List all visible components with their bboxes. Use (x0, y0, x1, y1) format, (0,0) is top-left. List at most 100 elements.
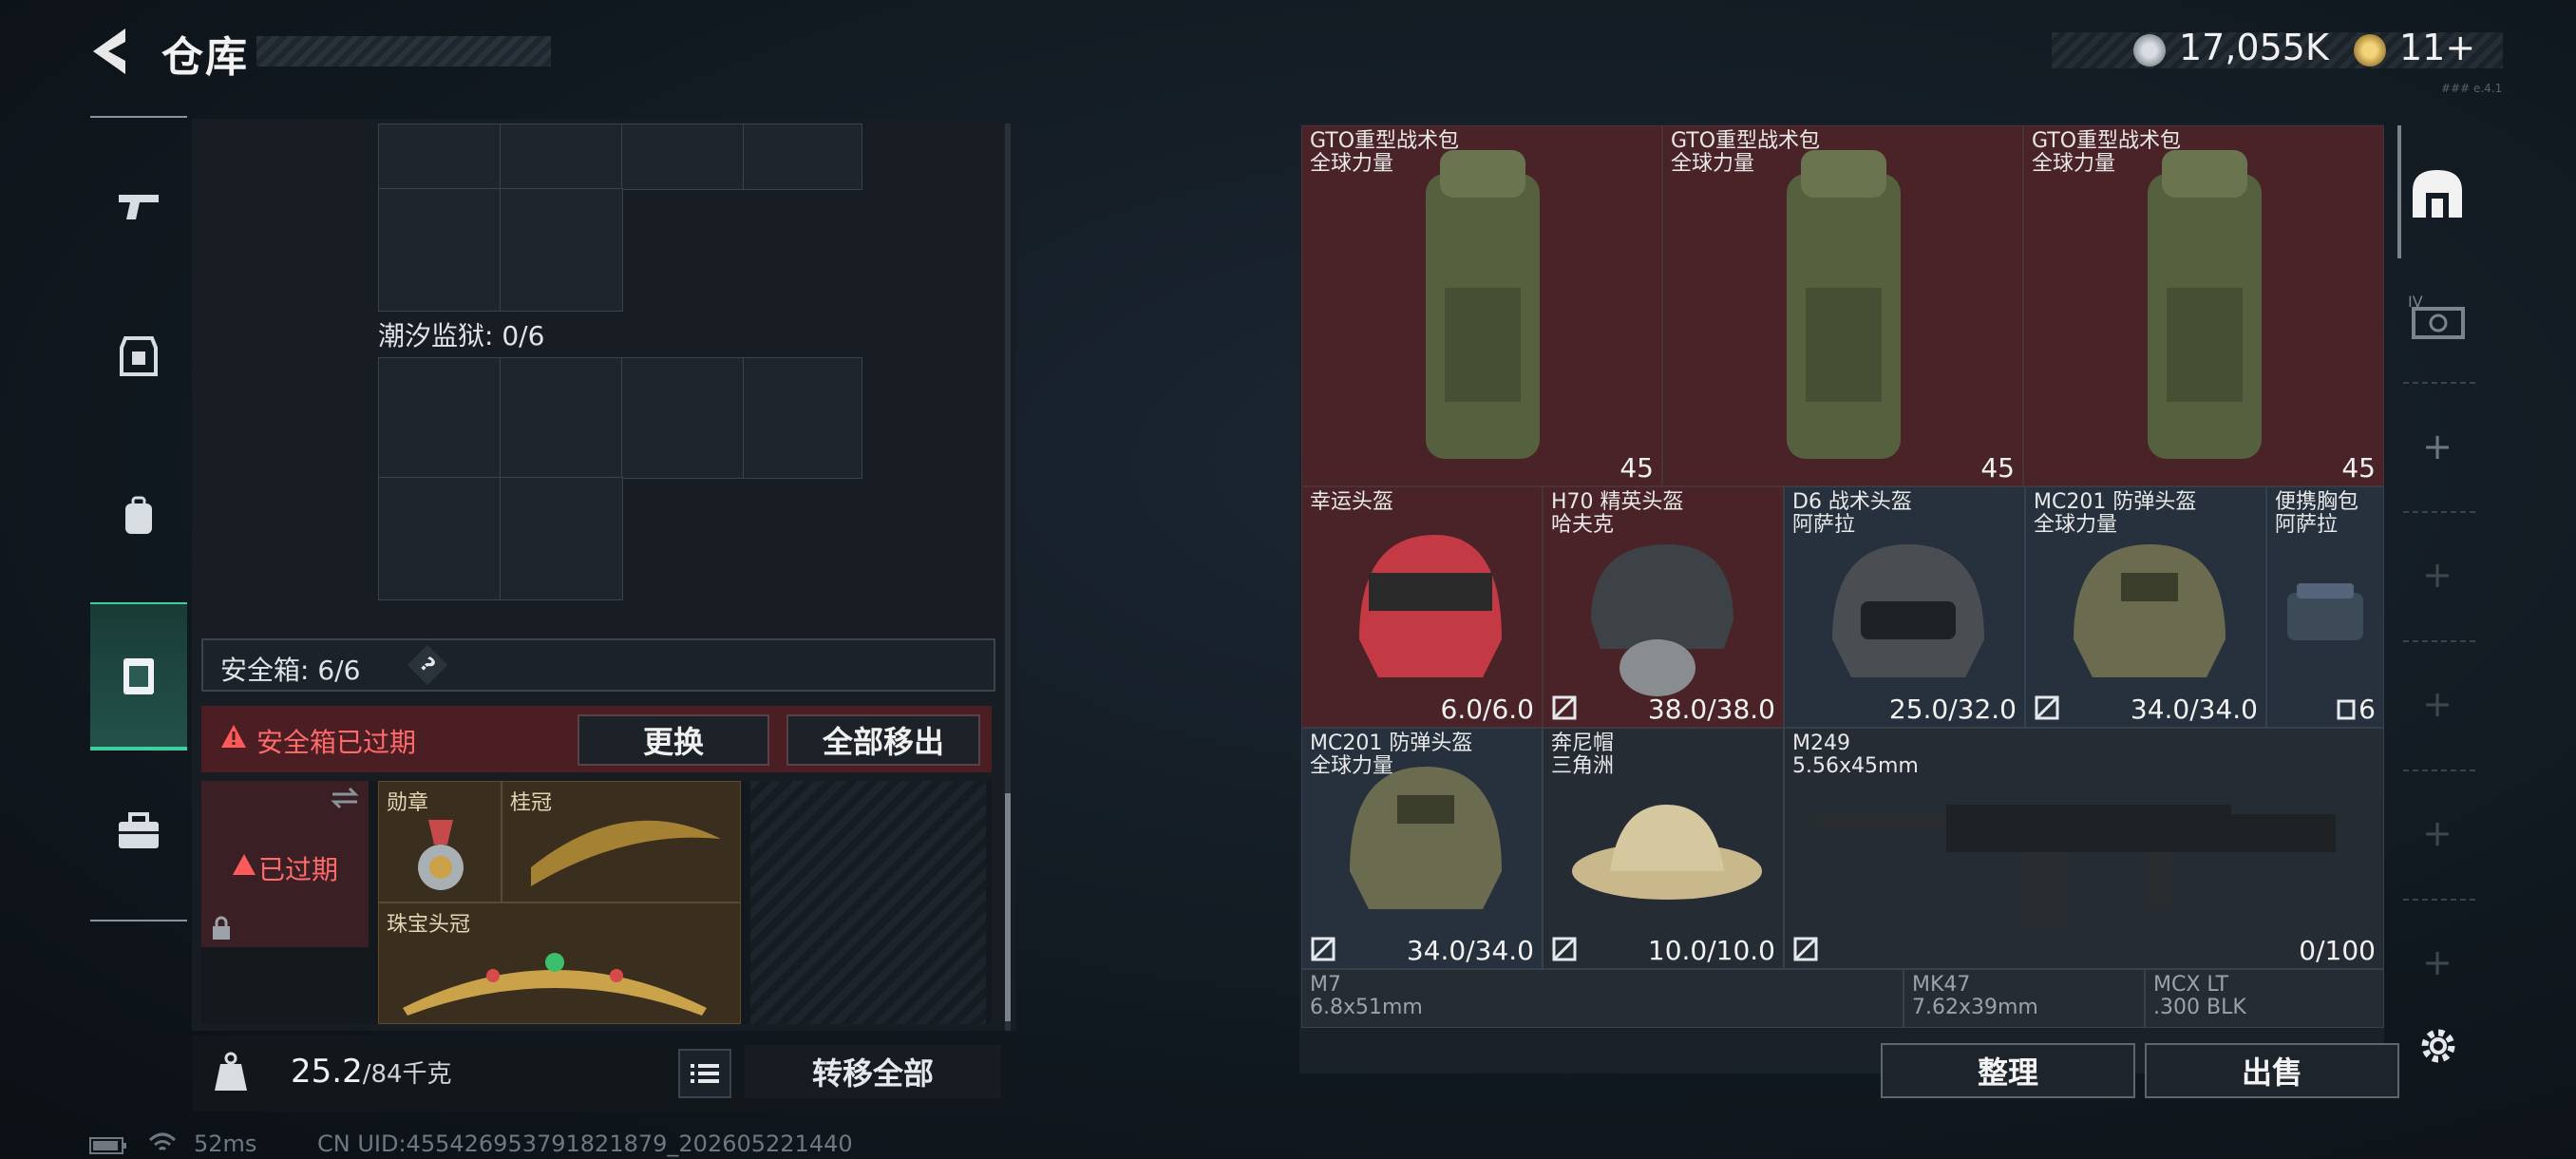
helmet-icon (1832, 544, 1984, 677)
item-slot[interactable]: M7 6.8x51mm (1301, 969, 1904, 1028)
helmet-icon (2074, 544, 2226, 677)
plus-icon: + (2422, 812, 2453, 854)
version-tag: ### e.4.1 (2441, 82, 2503, 95)
backpack-icon (1787, 150, 1901, 459)
tiara-label: 珠宝头冠 (387, 913, 471, 937)
safe-box-label: 安全箱: 6/6 (220, 655, 361, 686)
backpack-icon (2148, 150, 2262, 459)
remove-all-button[interactable]: 全部移出 (786, 714, 980, 766)
machine-gun-icon (1813, 805, 2336, 928)
settings-button[interactable] (2416, 1024, 2460, 1072)
sell-button[interactable]: 出售 (2145, 1043, 2399, 1098)
swap-icon[interactable] (329, 787, 361, 809)
item-slot[interactable]: MK47 7.62x39mm (1904, 969, 2145, 1028)
helmet-icon (1591, 544, 1733, 696)
weight-display: 25.2/84千克 (291, 1053, 452, 1091)
plus-icon: + (2422, 426, 2453, 467)
item-slot[interactable]: M249 5.56x45mm 0/100 (1784, 728, 2384, 969)
replace-button[interactable]: 更换 (578, 714, 769, 766)
weight-capacity: /84千克 (362, 1060, 452, 1089)
tab-level4-case[interactable]: IV (2390, 255, 2485, 378)
empty-hatched-area (750, 781, 986, 1024)
valuables-group: 勋章 桂冠 珠宝头冠 (378, 781, 741, 1024)
laurel-slot[interactable]: 桂冠 (502, 781, 741, 902)
weight-value: 25.2 (291, 1053, 363, 1091)
tab-weapons[interactable] (90, 133, 187, 276)
no-repair-icon (1552, 937, 1577, 961)
medal-label: 勋章 (387, 791, 429, 815)
silver-coin-icon (2133, 34, 2166, 66)
prison-section-label: 潮汐监狱: 0/6 (378, 320, 545, 352)
expired-tag: 已过期 (258, 854, 339, 885)
item-slot[interactable]: D6 战术头盔 阿萨拉 25.0/32.0 (1784, 486, 2025, 728)
list-icon (691, 1064, 719, 1083)
helmet-icon (1350, 767, 1502, 909)
no-repair-icon (2035, 695, 2059, 720)
tiara-slot[interactable]: 珠宝头冠 (378, 902, 741, 1024)
page-title: 仓库 (161, 33, 249, 82)
gold-coin-icon (2354, 34, 2386, 66)
item-slot[interactable]: MCX LT .300 BLK (2145, 969, 2384, 1028)
item-slot[interactable]: 便携胸包 阿萨拉 6 (2266, 486, 2384, 728)
capacity-icon (2337, 699, 2356, 720)
expired-warning-text: 安全箱已过期 (256, 727, 417, 758)
tab-warehouse[interactable] (2390, 131, 2485, 255)
item-slot[interactable]: H70 精英头盔 哈夫克 38.0/38.0 (1543, 486, 1784, 728)
plus-icon: + (2422, 941, 2453, 983)
lock-icon (213, 916, 230, 940)
warehouse-icon (2413, 170, 2462, 218)
wifi-icon (148, 1132, 177, 1151)
medal-icon (418, 820, 464, 890)
warning-icon (233, 854, 256, 875)
item-slot[interactable]: GTO重型战术包 全球力量 45 (1662, 125, 2023, 486)
backpack-icon (1426, 150, 1540, 459)
title-decoration (256, 36, 551, 66)
backpack-icon (125, 496, 152, 534)
gun-icon (119, 195, 159, 219)
plus-icon: + (2422, 683, 2453, 725)
no-repair-icon (1311, 937, 1335, 961)
safe-box-icon (123, 658, 154, 694)
boonie-hat-icon (1572, 805, 1762, 900)
add-tab-button[interactable]: + (2390, 513, 2485, 636)
medal-slot[interactable]: 勋章 (378, 781, 502, 902)
helmet-icon (1359, 535, 1502, 677)
tab-armor[interactable] (90, 285, 187, 428)
ping-text: 52ms (194, 1130, 257, 1157)
weight-icon (215, 1052, 247, 1091)
warning-icon (221, 725, 246, 748)
add-tab-button[interactable]: + (2390, 771, 2485, 895)
transfer-all-button[interactable]: 转移全部 (745, 1045, 1001, 1098)
plus-icon: + (2422, 554, 2453, 596)
currency-gold-value: 11+ (2399, 27, 2476, 68)
item-slot[interactable]: MC201 防弹头盔 全球力量 34.0/34.0 (1301, 728, 1543, 969)
no-repair-icon (1793, 937, 1818, 961)
tab-top-line (90, 116, 187, 118)
tab-safe-box[interactable] (90, 602, 187, 750)
add-tab-button[interactable]: + (2390, 901, 2485, 1024)
expired-safe-box-card[interactable]: 已过期 (201, 781, 369, 947)
toolbox-icon (119, 812, 159, 848)
item-slot[interactable]: 幸运头盔 6.0/6.0 (1301, 486, 1543, 728)
item-slot[interactable]: GTO重型战术包 全球力量 45 (2023, 125, 2384, 486)
item-slot[interactable]: GTO重型战术包 全球力量 45 (1301, 125, 1662, 486)
currency-silver-value: 17,055K (2179, 27, 2329, 68)
chest-bag-icon (2287, 583, 2363, 640)
gear-icon (2421, 1029, 2455, 1063)
item-slot[interactable]: MC201 防弹头盔 全球力量 34.0/34.0 (2025, 486, 2266, 728)
laurel-crown-icon (531, 820, 721, 886)
battery-icon (89, 1137, 126, 1154)
tab-toolbox[interactable] (90, 760, 187, 902)
item-slot[interactable]: 奔尼帽 三角洲 10.0/10.0 (1543, 728, 1784, 969)
sort-button[interactable]: 整理 (1881, 1043, 2135, 1098)
tab-backpack[interactable] (90, 445, 187, 587)
back-arrow-icon[interactable] (84, 23, 141, 80)
uid-text: CN UID:455426953791821879_202605221440 (317, 1130, 853, 1157)
left-scrollbar-thumb[interactable] (1005, 793, 1011, 1021)
list-view-button[interactable] (678, 1049, 731, 1098)
tab-bottom-line (90, 920, 187, 922)
add-tab-button[interactable]: + (2390, 642, 2485, 766)
add-tab-button[interactable]: + (2390, 385, 2485, 508)
level4-case-icon: IV (2408, 293, 2465, 339)
jewel-tiara-icon (403, 953, 707, 1016)
